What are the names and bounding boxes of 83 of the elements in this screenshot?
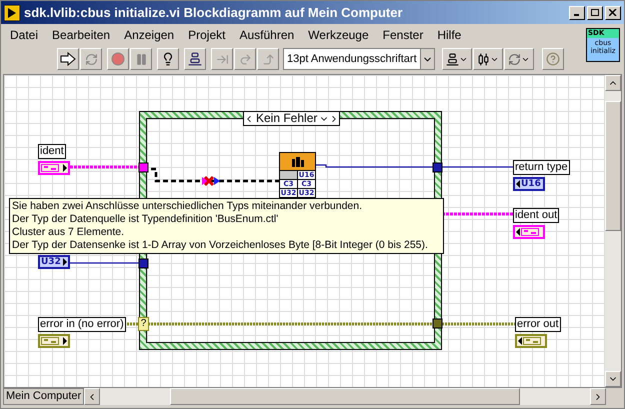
numeric-terminal[interactable]: U32: [38, 255, 70, 269]
scroll-down-button[interactable]: [605, 371, 621, 387]
tooltip-text: Sie haben zwei Anschlüsse unterschiedlichen Typs miteinander verbunden.: [12, 200, 364, 213]
run-arrow-icon: [60, 52, 76, 66]
retain-wire-values-button[interactable]: [184, 48, 206, 70]
tunnel: [432, 318, 442, 328]
pause-icon: [134, 52, 148, 66]
run-continuously-button[interactable]: [80, 48, 102, 70]
arrow-icon: [63, 258, 67, 266]
bundle-icon: [290, 156, 304, 168]
abort-button[interactable]: [107, 48, 129, 70]
scroll-up-button[interactable]: [605, 75, 621, 91]
cluster-icon: [41, 337, 59, 345]
close-icon: [609, 9, 617, 16]
stop-icon: [111, 52, 125, 66]
scroll-right-button[interactable]: [590, 388, 606, 405]
numeric-terminal[interactable]: U16: [513, 177, 545, 191]
cycle-arrows-icon: [508, 52, 521, 66]
step-over-icon: [238, 52, 252, 66]
tooltip-text: Der Typ der Datensenke ist 1-D Array von Vorzeichenloses Byte [8-Bit Integer (0 bis 255).: [12, 239, 429, 252]
cluster-terminal[interactable]: [38, 334, 70, 348]
align-objects-button[interactable]: [442, 48, 472, 70]
tooltip-text: Der Typ der Datenquelle ist Typendefinition 'BusEnum.ctl': [12, 213, 280, 226]
highlight-execution-button[interactable]: [157, 48, 179, 70]
lightbulb-icon: [161, 52, 175, 66]
cluster-icon: [523, 337, 541, 345]
app-icon: [4, 4, 20, 20]
context-label: Mein Computer: [3, 388, 84, 405]
reorder-button[interactable]: [504, 48, 534, 70]
arrow-icon: [63, 337, 67, 345]
cluster-terminal[interactable]: [38, 161, 70, 175]
wire: [70, 166, 139, 168]
horizontal-scrollbar[interactable]: [84, 388, 606, 405]
distribute-objects-button[interactable]: [472, 48, 503, 70]
arrow-icon: [63, 164, 67, 172]
terminal-label: ident: [38, 144, 66, 159]
tunnel: [138, 258, 148, 268]
terminal-label: error out: [515, 317, 561, 332]
window-title: sdk.lvlib:cbus initialize.vi Blockdiagramm auf Mein Computer: [24, 4, 403, 22]
menu-item[interactable]: Fenster: [382, 26, 424, 44]
cluster-terminal[interactable]: [513, 225, 545, 239]
menu-item[interactable]: Bearbeiten: [52, 26, 110, 44]
align-icon: [446, 52, 459, 66]
font-dropdown[interactable]: 13pt Anwendungsschriftart: [283, 48, 435, 70]
pause-button[interactable]: [130, 48, 152, 70]
help-icon: [546, 52, 560, 66]
tooltip-text: Cluster aus 7 Elemente.: [12, 226, 126, 239]
step-out-icon: [262, 52, 274, 66]
step-over-button[interactable]: [234, 48, 256, 70]
cycle-arrows-icon: [84, 52, 98, 66]
arrow-icon: [516, 180, 520, 188]
arrow-icon: [516, 228, 520, 236]
menu-item[interactable]: Projekt: [188, 26, 226, 44]
terminal-label: ident out: [513, 208, 560, 223]
step-into-button[interactable]: [211, 48, 233, 70]
menu-item[interactable]: Werkzeuge: [308, 26, 369, 44]
step-out-button[interactable]: [257, 48, 279, 70]
node-terminal: [280, 171, 298, 179]
menu-item[interactable]: Hilfe: [437, 26, 462, 44]
cluster-icon: [41, 164, 59, 172]
scroll-left-button[interactable]: [84, 388, 100, 405]
terminal-label: error in (no error): [38, 317, 126, 332]
menu-item[interactable]: Datei: [10, 26, 38, 44]
run-button[interactable]: [57, 48, 79, 70]
maximize-button[interactable]: [587, 6, 603, 20]
arrow-icon: [518, 337, 522, 345]
close-button[interactable]: [605, 6, 621, 20]
cluster-icon: [521, 228, 539, 236]
terminal-label: return type: [513, 160, 570, 175]
distribute-icon: [476, 52, 490, 66]
case-tunnel: ?: [138, 317, 149, 331]
step-into-icon: [216, 52, 228, 66]
case-selector[interactable]: Kein Fehler: [243, 111, 340, 126]
cluster-terminal[interactable]: [515, 334, 547, 348]
tunnel: [138, 162, 148, 172]
menu-item[interactable]: Ausführen: [239, 26, 294, 44]
maximize-icon: [591, 9, 599, 16]
help-button[interactable]: [542, 48, 564, 70]
vertical-scrollbar[interactable]: [605, 75, 621, 387]
minimize-button[interactable]: [569, 6, 585, 20]
tunnel: [432, 162, 442, 172]
wire: [442, 212, 513, 216]
menu-item[interactable]: Anzeigen: [124, 26, 174, 44]
